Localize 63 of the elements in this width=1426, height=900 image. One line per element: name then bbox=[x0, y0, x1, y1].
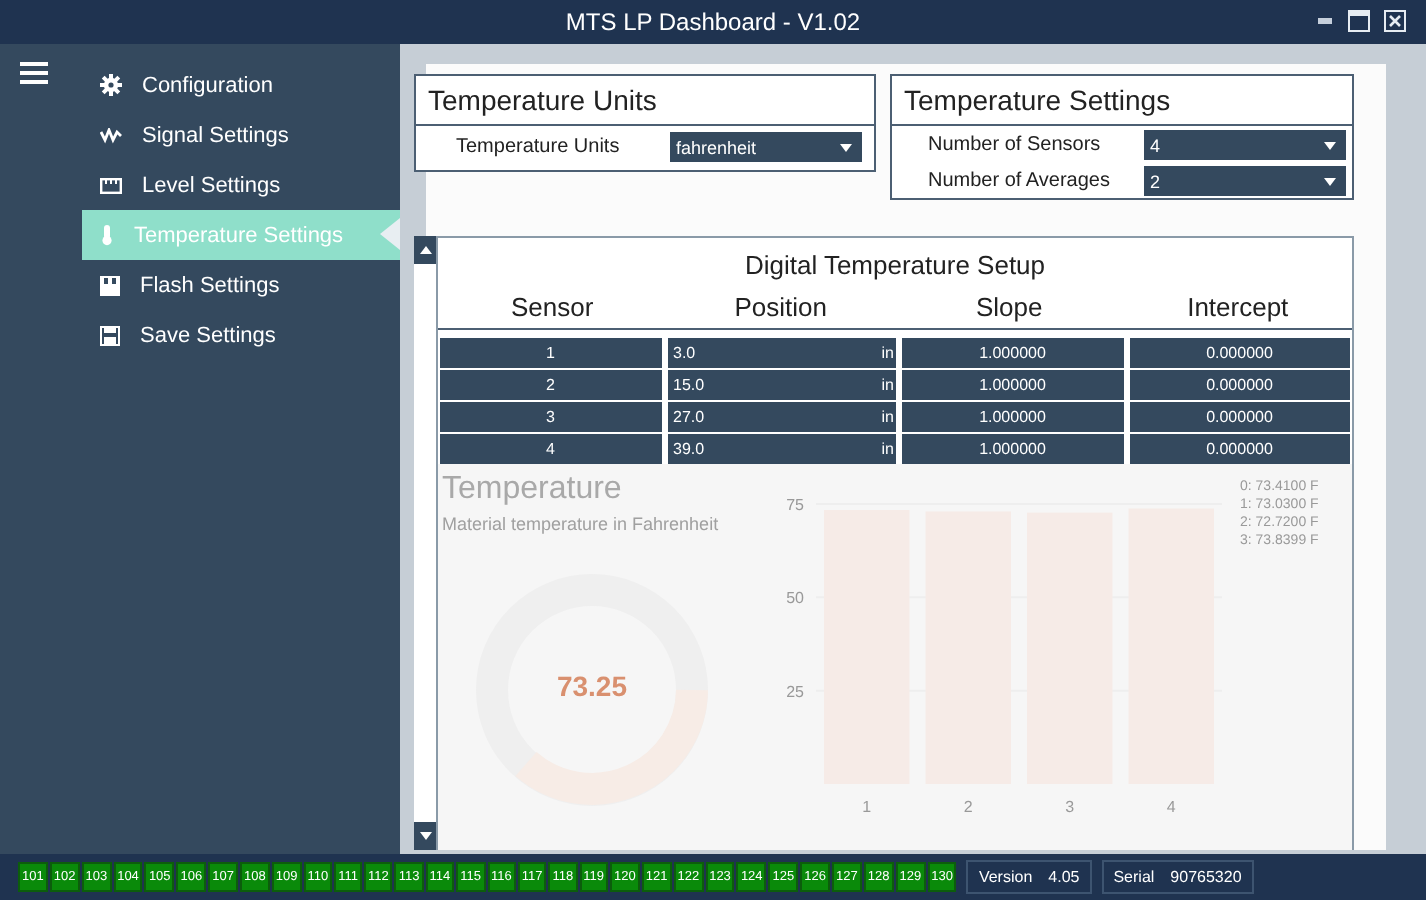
sidebar-item[interactable]: Level Settings bbox=[82, 160, 400, 210]
column-header: Sensor bbox=[509, 291, 596, 321]
memory-card-icon bbox=[100, 275, 120, 295]
caret-icon bbox=[1324, 177, 1336, 185]
maximize-icon[interactable] bbox=[1348, 10, 1370, 32]
section-subtitle: Material temperature in Fahrenheit bbox=[442, 514, 721, 534]
panel-title: Digital Temperature Setup bbox=[438, 238, 1352, 284]
axis-label: 2 bbox=[963, 798, 973, 816]
caret-icon bbox=[840, 143, 852, 151]
intercept-field[interactable]: 0.000000 bbox=[1129, 370, 1350, 400]
field-label: Temperature Units bbox=[456, 136, 620, 158]
gear-icon bbox=[100, 74, 122, 96]
thermometer-icon bbox=[100, 224, 114, 246]
panel-title: Temperature Settings bbox=[892, 76, 1352, 126]
position-field[interactable]: 3.0 in bbox=[667, 338, 896, 368]
sidebar-item[interactable]: Signal Settings bbox=[82, 110, 400, 160]
position-field[interactable]: 15.0 in bbox=[667, 370, 896, 400]
pointer-icon bbox=[380, 218, 400, 250]
sensor-cell: 1 bbox=[440, 338, 661, 368]
intercept-field[interactable]: 0.000000 bbox=[1129, 402, 1350, 432]
axis-label: 3 bbox=[1065, 798, 1075, 816]
sensor-cell: 2 bbox=[440, 370, 661, 400]
axis-label: 1 bbox=[862, 798, 872, 816]
slope-field[interactable]: 1.000000 bbox=[902, 402, 1123, 432]
axis-tick: 75 bbox=[786, 496, 804, 514]
column-header: Position bbox=[732, 291, 829, 321]
column-header: Slope bbox=[974, 291, 1045, 321]
axis-tick: 25 bbox=[786, 682, 804, 701]
sidebar-item[interactable]: Configuration bbox=[82, 60, 400, 110]
intercept-field[interactable]: 0.000000 bbox=[1129, 434, 1350, 464]
sidebar-item[interactable]: Save Settings bbox=[82, 310, 400, 360]
slope-field[interactable]: 1.000000 bbox=[902, 370, 1123, 400]
slope-field[interactable]: 1.000000 bbox=[902, 338, 1123, 368]
axis-tick: 50 bbox=[786, 589, 804, 608]
minimize-icon[interactable] bbox=[1316, 12, 1334, 30]
slope-field[interactable]: 1.000000 bbox=[902, 434, 1123, 464]
version-label: Version bbox=[978, 868, 1033, 886]
setting-dropdown[interactable]: 4 bbox=[1144, 130, 1346, 160]
units-dropdown[interactable]: fahrenheit bbox=[670, 132, 862, 162]
sensor-cell: 4 bbox=[440, 434, 661, 464]
sidebar-item[interactable]: Flash Settings bbox=[82, 260, 400, 310]
axis-label: 4 bbox=[1166, 798, 1176, 816]
position-field[interactable]: 27.0 in bbox=[667, 402, 896, 432]
scroll-bar[interactable] bbox=[414, 236, 436, 850]
section-title: Temperature bbox=[442, 472, 624, 508]
gauge-value: 73.25 bbox=[554, 670, 630, 702]
intercept-field[interactable]: 0.000000 bbox=[1129, 338, 1350, 368]
column-header: Intercept bbox=[1185, 291, 1291, 321]
field-label: Number of Averages bbox=[928, 170, 1110, 192]
serial-label: Serial bbox=[1113, 868, 1155, 886]
sensor-cell: 3 bbox=[440, 402, 661, 432]
setting-dropdown[interactable]: 2 bbox=[1144, 166, 1346, 196]
close-icon[interactable] bbox=[1384, 10, 1406, 32]
menu-icon[interactable] bbox=[20, 62, 48, 84]
ruler-icon bbox=[100, 177, 122, 193]
position-field[interactable]: 39.0 in bbox=[667, 434, 896, 464]
serial-value: 90765320 bbox=[1170, 868, 1242, 886]
wave-icon bbox=[100, 127, 122, 143]
caret-icon bbox=[1324, 141, 1336, 149]
field-label: Number of Sensors bbox=[928, 134, 1101, 156]
window-title: MTS LP Dashboard - V1.02 bbox=[565, 8, 861, 36]
version-value: 4.05 bbox=[1048, 868, 1080, 886]
panel-title: Temperature Units bbox=[416, 76, 874, 126]
